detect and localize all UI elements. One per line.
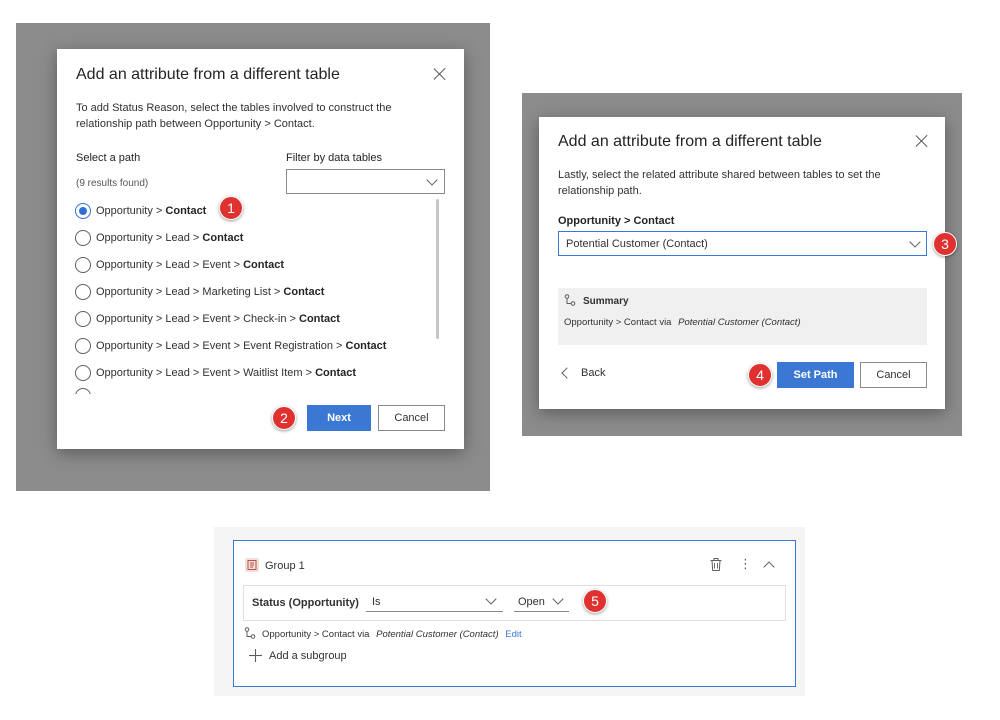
trash-icon[interactable] xyxy=(710,558,722,571)
group-title: Group 1 xyxy=(265,560,305,572)
dialog1-modal: Add an attribute from a different table … xyxy=(57,49,464,449)
chevron-left-icon xyxy=(561,367,573,379)
radio-button[interactable] xyxy=(75,203,91,219)
radio-button[interactable] xyxy=(75,230,91,246)
dialog2-title: Add an attribute from a different table xyxy=(558,133,822,150)
chevron-down-icon xyxy=(485,593,497,605)
dialog2-modal: Add an attribute from a different table … xyxy=(539,117,945,409)
callout-2: 2 xyxy=(272,406,296,430)
back-link[interactable]: Back xyxy=(561,367,605,379)
condition-row: Status (Opportunity) Is Open xyxy=(243,585,786,621)
group-icon xyxy=(245,558,259,572)
condition-field: Status (Opportunity) xyxy=(252,597,359,609)
path-list-scrollbar[interactable] xyxy=(436,199,439,339)
path-list: Opportunity > Contact Opportunity > Lead… xyxy=(57,49,464,449)
callout-5: 5 xyxy=(583,589,607,613)
close-icon[interactable] xyxy=(915,134,929,148)
chevron-up-icon[interactable] xyxy=(763,561,775,573)
radio-button[interactable] xyxy=(75,284,91,300)
chevron-down-icon xyxy=(909,236,921,248)
radio-button[interactable] xyxy=(75,311,91,327)
operator-dropdown[interactable]: Is xyxy=(366,592,503,612)
chevron-down-icon xyxy=(552,593,564,605)
path-option[interactable]: Opportunity > Lead > Contact xyxy=(75,228,243,248)
more-options-icon[interactable]: ⋮ xyxy=(739,557,752,571)
callout-4: 4 xyxy=(748,363,772,387)
summary-panel: Summary Opportunity > Contact via Potent… xyxy=(558,288,927,345)
path-option[interactable]: Opportunity > Lead > Event > Event Regis… xyxy=(75,336,386,356)
add-subgroup-button[interactable]: Add a subgroup xyxy=(249,649,347,662)
next-button[interactable]: Next xyxy=(307,405,371,431)
path-option[interactable]: Opportunity > Lead > Event > Check-in > … xyxy=(75,309,340,329)
value-dropdown[interactable]: Open xyxy=(514,592,569,612)
path-option-partial xyxy=(75,388,91,394)
relationship-attribute-dropdown[interactable]: Potential Customer (Contact) xyxy=(558,231,927,256)
cancel-button[interactable]: Cancel xyxy=(378,405,445,431)
radio-button[interactable] xyxy=(75,257,91,273)
summary-title: Summary xyxy=(583,296,629,307)
radio-button[interactable] xyxy=(75,365,91,381)
cancel-button[interactable]: Cancel xyxy=(860,362,927,388)
relationship-path-text: Opportunity > Contact via Potential Cust… xyxy=(262,629,522,640)
set-path-button[interactable]: Set Path xyxy=(777,362,854,388)
plus-icon xyxy=(249,649,262,662)
relationship-attribute-value: Potential Customer (Contact) xyxy=(566,238,708,250)
path-option[interactable]: Opportunity > Lead > Event > Contact xyxy=(75,255,284,275)
relationship-path-icon xyxy=(564,294,576,306)
edit-link[interactable]: Edit xyxy=(505,629,521,640)
summary-text: Opportunity > Contact via Potential Cust… xyxy=(564,317,801,328)
dialog2-description: Lastly, select the related attribute sha… xyxy=(558,169,881,197)
path-option[interactable]: Opportunity > Lead > Marketing List > Co… xyxy=(75,282,324,302)
group-card: Group 1 ⋮ Status (Opportunity) Is Open O… xyxy=(233,540,796,687)
callout-3: 3 xyxy=(933,232,957,256)
path-option[interactable]: Opportunity > Contact xyxy=(75,201,206,221)
relationship-path-icon xyxy=(244,627,256,639)
radio-button[interactable] xyxy=(75,338,91,354)
callout-1: 1 xyxy=(219,196,243,220)
relationship-field-label: Opportunity > Contact xyxy=(558,215,675,227)
path-option[interactable]: Opportunity > Lead > Event > Waitlist It… xyxy=(75,363,356,383)
